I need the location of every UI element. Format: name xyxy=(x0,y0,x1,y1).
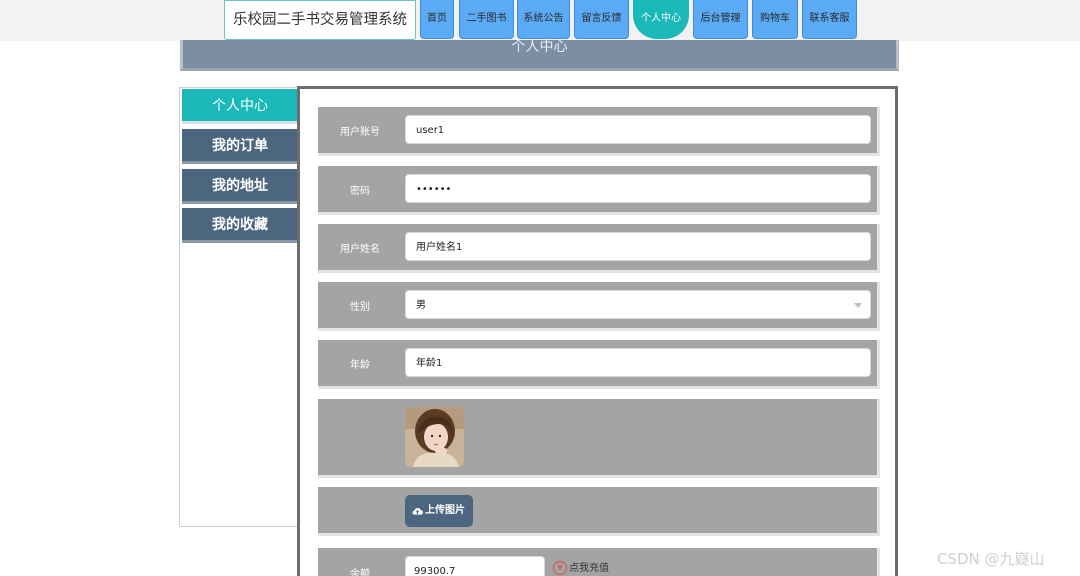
sidebar-item-orders[interactable]: 我的订单 xyxy=(182,129,298,164)
yen-icon: ¥ xyxy=(553,561,567,575)
page-title: 个人中心 xyxy=(511,39,568,55)
nav-item-personal-center[interactable]: 个人中心 xyxy=(633,0,689,39)
sidebar-item-favorites[interactable]: 我的收藏 xyxy=(182,208,298,243)
nav-item-home[interactable]: 首页 xyxy=(420,0,454,39)
upload-image-label: 上传图片 xyxy=(425,505,465,516)
gender-select[interactable]: 男 xyxy=(405,290,871,319)
name-label: 用户姓名 xyxy=(340,243,380,255)
nav-item-feedback[interactable]: 留言反馈 xyxy=(574,0,629,39)
user-photo-icon xyxy=(405,407,464,467)
form-row-balance: 余额 99300.7 ¥ 点我充值 xyxy=(318,548,880,576)
gender-label: 性别 xyxy=(350,301,370,313)
password-label: 密码 xyxy=(350,185,370,197)
sidebar-item-addresses[interactable]: 我的地址 xyxy=(182,169,298,204)
nav-item-admin[interactable]: 后台管理 xyxy=(693,0,748,39)
recharge-label: 点我充值 xyxy=(569,563,609,574)
form-row-account: 用户账号 user1 xyxy=(318,107,880,156)
form-row-avatar xyxy=(318,399,880,478)
account-field[interactable]: user1 xyxy=(405,115,871,144)
upload-image-button[interactable]: 上传图片 xyxy=(405,495,473,527)
recharge-link[interactable]: ¥ 点我充值 xyxy=(553,561,609,576)
account-label: 用户账号 xyxy=(340,126,380,138)
page-header: 个人中心 xyxy=(180,40,899,71)
balance-label: 余额 xyxy=(350,569,370,576)
chevron-down-icon[interactable] xyxy=(854,303,862,308)
form-row-age: 年龄 年龄1 xyxy=(318,340,880,389)
profile-form: 用户账号 user1 密码 •••••• 用户姓名 用户姓名1 性别 男 年龄 … xyxy=(297,86,898,576)
form-row-gender: 性别 男 xyxy=(318,282,880,331)
app-title: 乐校园二手书交易管理系统 xyxy=(224,0,416,40)
age-field[interactable]: 年龄1 xyxy=(405,348,871,377)
nav-item-announcements[interactable]: 系统公告 xyxy=(517,0,570,39)
nav-item-customer-service[interactable]: 联系客服 xyxy=(802,0,857,39)
balance-field[interactable]: 99300.7 xyxy=(405,556,545,576)
form-row-name: 用户姓名 用户姓名1 xyxy=(318,224,880,273)
age-label: 年龄 xyxy=(350,359,370,371)
gender-select-value: 男 xyxy=(416,300,426,311)
sidebar: 个人中心 我的订单 我的地址 我的收藏 xyxy=(179,87,299,527)
watermark: CSDN @九嶷山 xyxy=(937,550,1045,568)
password-field[interactable]: •••••• xyxy=(405,174,871,203)
sidebar-item-personal-center[interactable]: 个人中心 xyxy=(182,89,298,124)
cloud-upload-icon xyxy=(412,508,423,515)
name-field[interactable]: 用户姓名1 xyxy=(405,232,871,261)
form-row-upload: 上传图片 xyxy=(318,487,880,536)
nav-item-books[interactable]: 二手图书 xyxy=(459,0,514,39)
top-nav-bar: 乐校园二手书交易管理系统 首页 二手图书 系统公告 留言反馈 个人中心 后台管理… xyxy=(0,0,1080,41)
avatar xyxy=(405,407,464,467)
nav-item-cart[interactable]: 购物车 xyxy=(752,0,798,39)
form-row-password: 密码 •••••• xyxy=(318,166,880,215)
